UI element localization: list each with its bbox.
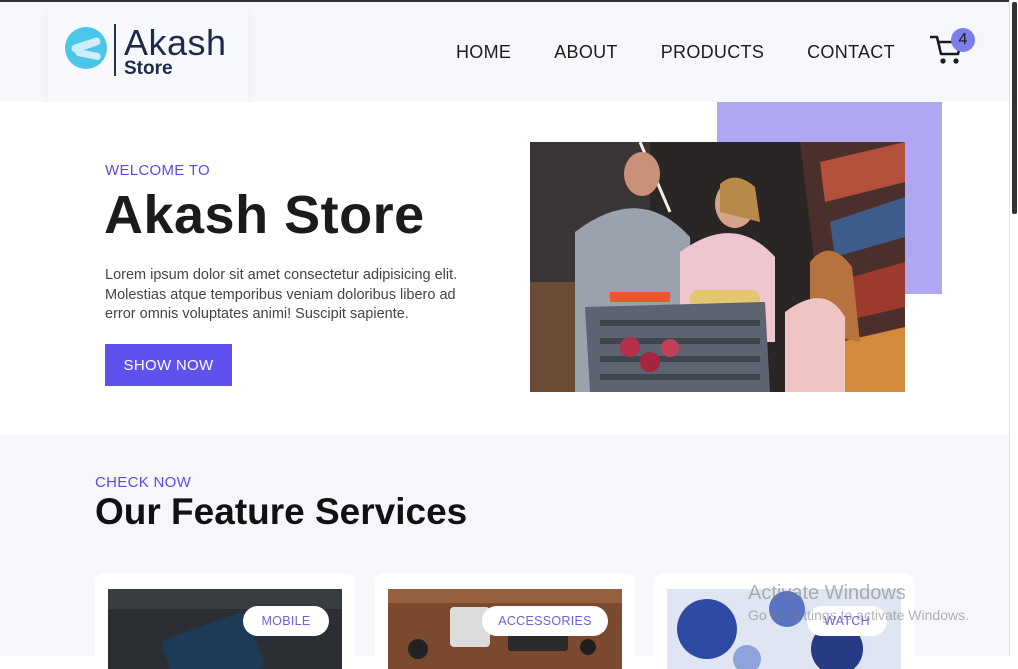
- category-pill-mobile[interactable]: MOBILE: [243, 606, 329, 636]
- hero-title: Akash Store: [104, 185, 425, 245]
- logo-globe-icon: [65, 27, 107, 69]
- hero-eyebrow: WELCOME TO: [105, 162, 210, 179]
- scrollbar-thumb[interactable]: [1012, 2, 1017, 214]
- main-nav: HOME ABOUT PRODUCTS CONTACT: [456, 42, 938, 63]
- nav-about[interactable]: ABOUT: [554, 42, 618, 63]
- site-header: Akash Store HOME ABOUT PRODUCTS CONTACT: [0, 2, 1010, 118]
- activation-text: Go to Settings to activate Windows.: [748, 607, 969, 623]
- nav-home[interactable]: HOME: [456, 42, 511, 63]
- show-now-button[interactable]: SHOW NOW: [105, 344, 232, 386]
- hero-description: Lorem ipsum dolor sit amet consectetur a…: [105, 267, 458, 322]
- cart-count-badge: 4: [951, 28, 975, 52]
- services-eyebrow: CHECK NOW: [95, 474, 192, 491]
- category-pill-accessories[interactable]: ACCESSORIES: [482, 606, 608, 636]
- nav-contact[interactable]: CONTACT: [807, 42, 895, 63]
- logo-subtitle: Store: [124, 58, 173, 79]
- activation-title: Activate Windows: [748, 582, 906, 604]
- logo-divider: [114, 24, 116, 76]
- service-card-accessories[interactable]: ACCESSORIES: [375, 574, 635, 669]
- services-title: Our Feature Services: [95, 491, 468, 532]
- logo[interactable]: Akash Store: [48, 2, 248, 118]
- hero-family-shopping-image: [530, 142, 905, 392]
- nav-products[interactable]: PRODUCTS: [661, 42, 764, 63]
- windows-activation-watermark: Activate Windows Go to Settings to activ…: [748, 582, 969, 623]
- service-card-mobile[interactable]: MOBILE: [95, 574, 355, 669]
